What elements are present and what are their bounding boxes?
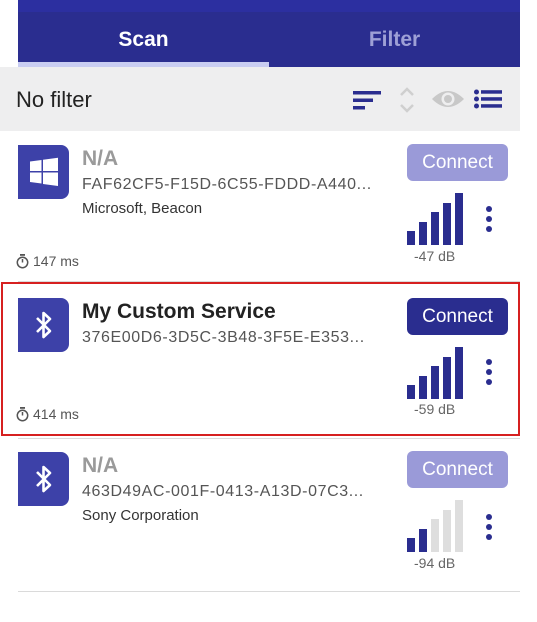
rssi-value: -94 dB [414,555,456,571]
filter-label: No filter [16,87,92,112]
interval-text: 414 ms [33,406,79,422]
bluetooth-icon [18,452,69,506]
row-divider [18,281,520,282]
advertising-interval: 147 ms [16,253,79,269]
tab-scan[interactable]: Scan [18,12,269,67]
more-options-icon[interactable] [484,359,494,389]
bluetooth-icon [18,298,69,352]
device-info: Microsoft, Beacon [82,200,203,217]
more-options-icon[interactable] [484,206,494,236]
timer-icon [16,253,29,268]
advertising-interval: 414 ms [16,406,79,422]
device-name: N/A [82,147,119,170]
device-row[interactable]: N/A 463D49AC-001F-0413-A13D-07C3... Sony… [0,438,520,588]
device-row[interactable]: N/A FAF62CF5-F15D-6C55-FDDD-A440... Micr… [0,131,520,279]
windows-icon [18,145,69,199]
device-uuid: FAF62CF5-F15D-6C55-FDDD-A440... [82,176,372,193]
signal-strength-icon [407,347,465,404]
signal-strength-icon [407,500,465,557]
tab-filter[interactable]: Filter [269,12,520,67]
device-uuid: 463D49AC-001F-0413-A13D-07C3... [82,483,364,500]
timer-icon [16,406,29,421]
device-info: Sony Corporation [82,507,199,524]
device-name: My Custom Service [82,300,276,323]
row-divider [18,591,520,592]
filter-bar: No filter [0,67,520,131]
connect-button[interactable]: Connect [407,298,508,335]
device-name: N/A [82,454,119,477]
device-row[interactable]: My Custom Service 376E00D6-3D5C-3B48-3F5… [0,284,520,434]
app-bar [18,0,520,12]
more-options-icon[interactable] [484,514,494,544]
connect-button[interactable]: Connect [407,451,508,488]
sort-order-icon[interactable] [398,85,416,120]
list-view-icon[interactable] [474,89,502,114]
eye-icon[interactable] [431,87,465,116]
device-uuid: 376E00D6-3D5C-3B48-3F5E-E353... [82,329,365,346]
sort-icon[interactable] [353,89,381,116]
signal-strength-icon [407,193,465,250]
rssi-value: -59 dB [414,401,456,417]
interval-text: 147 ms [33,253,79,269]
tab-bar: Scan Filter [18,12,520,67]
connect-button[interactable]: Connect [407,144,508,181]
rssi-value: -47 dB [414,248,456,264]
